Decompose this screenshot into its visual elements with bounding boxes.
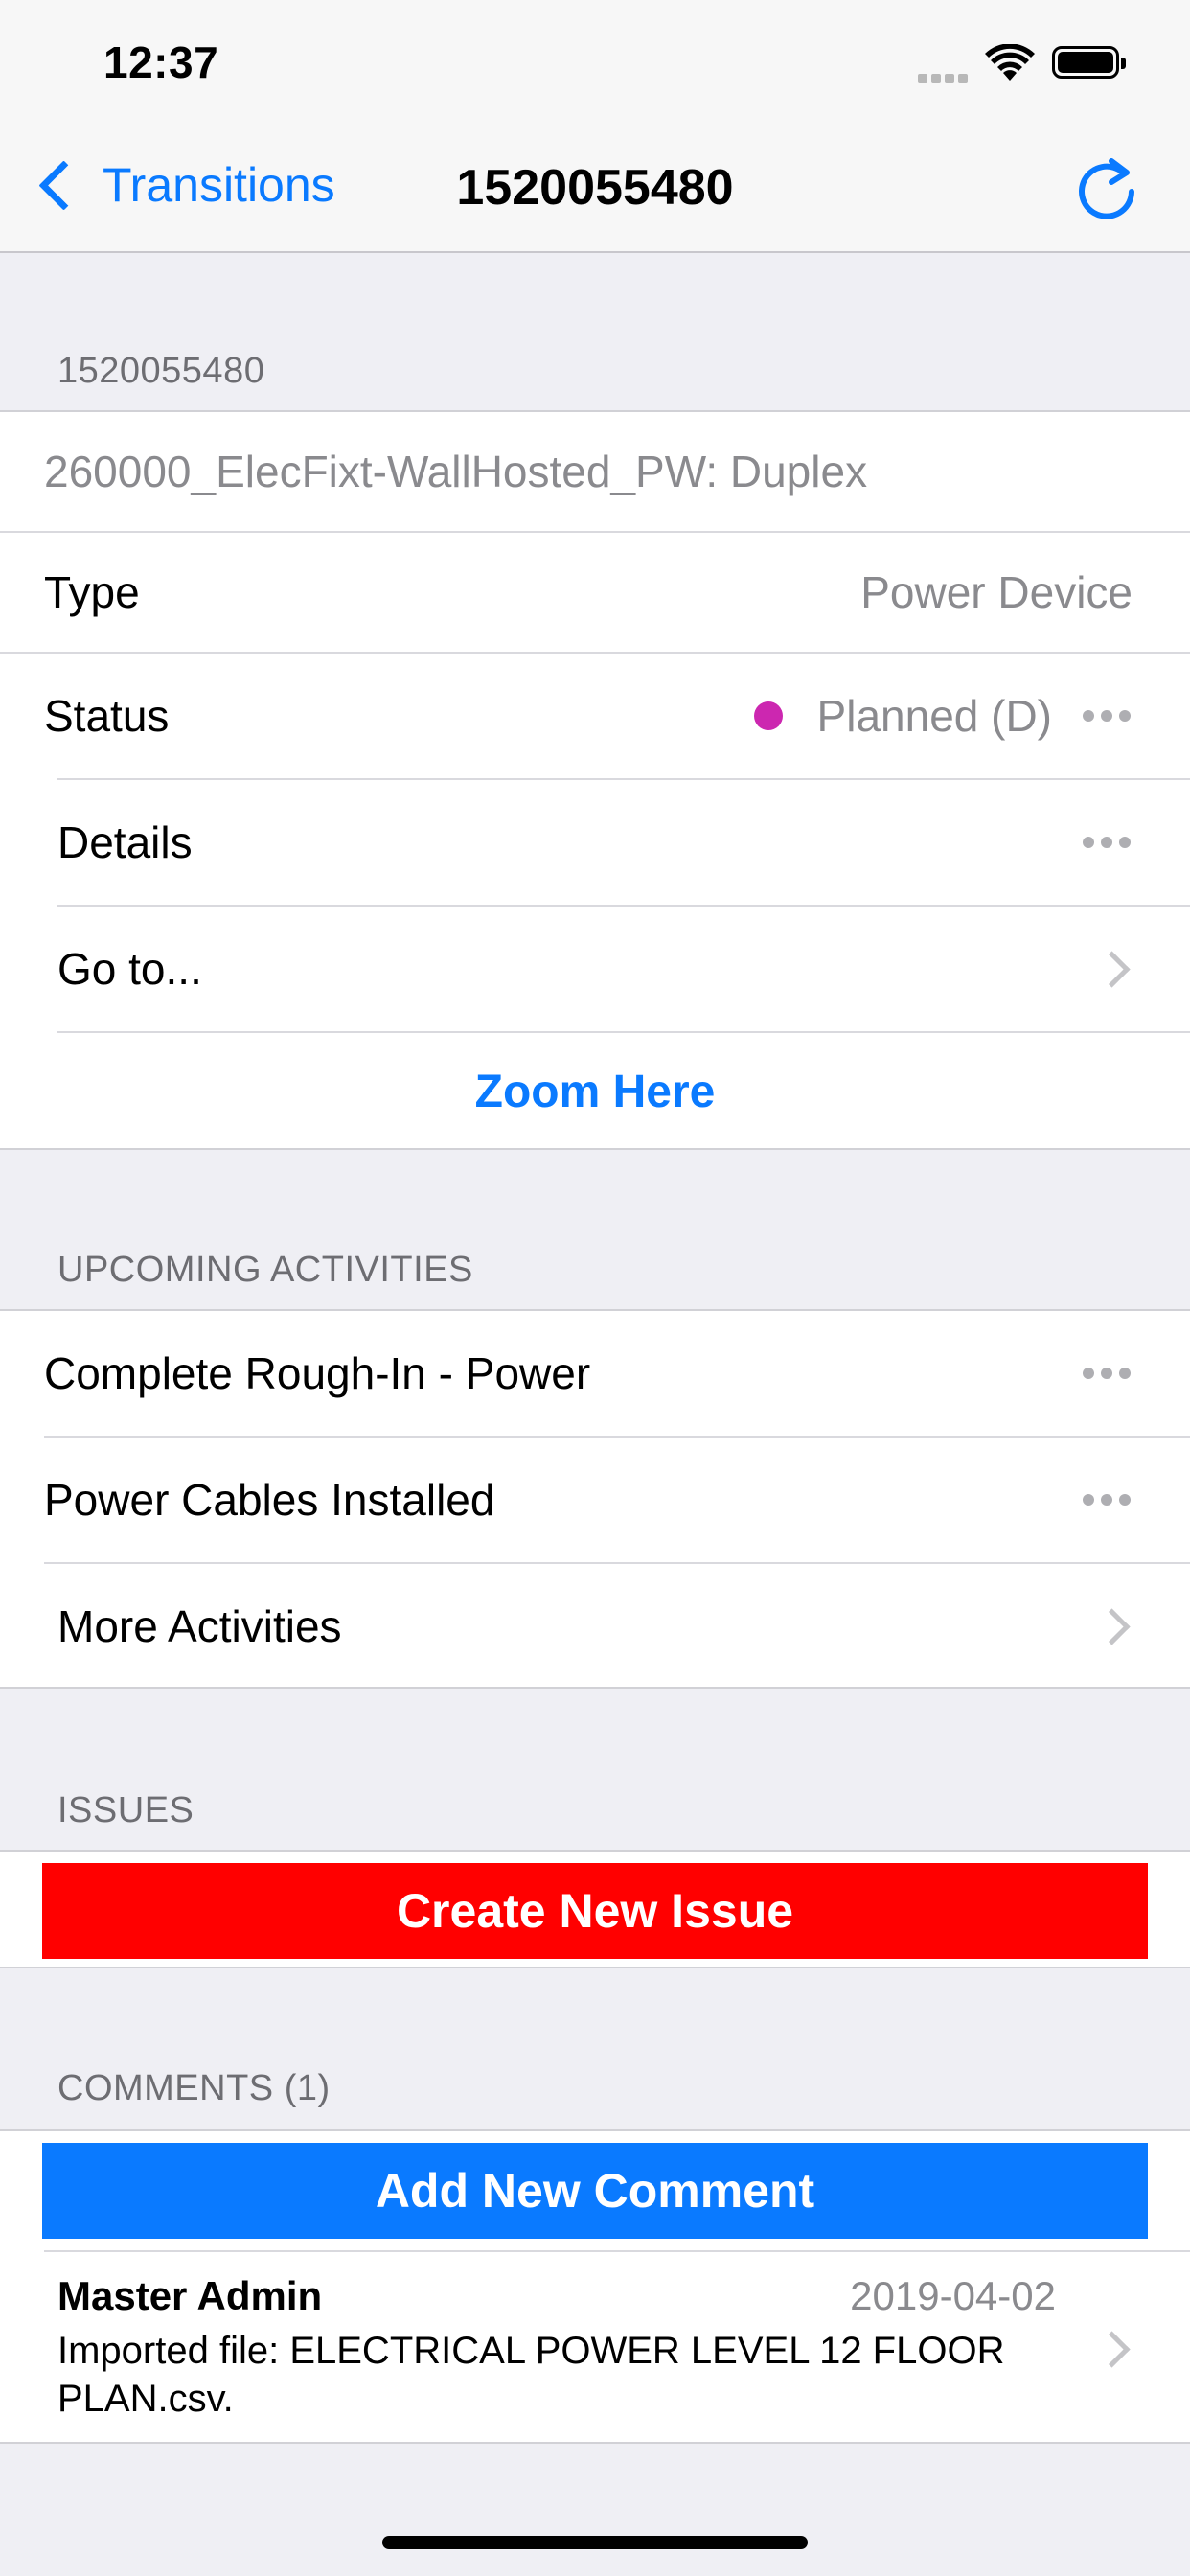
battery-icon — [1052, 46, 1126, 79]
refresh-icon[interactable] — [1071, 153, 1142, 229]
type-label: Type — [44, 567, 140, 617]
more-activities-label: More Activities — [57, 1601, 342, 1651]
goto-label: Go to... — [57, 944, 202, 994]
issues-section-header: ISSUES — [57, 1790, 195, 1830]
comment-text: Imported file: ELECTRICAL POWER LEVEL 12… — [57, 2330, 1005, 2420]
more-options-icon[interactable] — [1083, 1494, 1131, 1506]
zoom-here-row[interactable]: Zoom Here — [0, 1033, 1190, 1150]
activity-row[interactable]: Power Cables Installed — [0, 1438, 1190, 1562]
comments-section-header: COMMENTS (1) — [57, 2068, 331, 2108]
type-row: Type Power Device — [0, 533, 1190, 652]
more-activities-row[interactable]: More Activities — [0, 1564, 1190, 1689]
cellular-signal-icon — [918, 71, 973, 83]
wifi-icon — [985, 43, 1035, 87]
details-label: Details — [57, 817, 193, 867]
chevron-right-icon — [1093, 951, 1131, 988]
activity-label: Power Cables Installed — [44, 1475, 495, 1525]
create-issue-button[interactable]: Create New Issue — [42, 1863, 1148, 1959]
page-title: 1520055480 — [456, 160, 734, 216]
chevron-right-icon — [1093, 2331, 1131, 2368]
comments-group: Add New Comment Master Admin 2019-04-02 … — [0, 2129, 1190, 2444]
more-options-icon[interactable] — [1083, 710, 1131, 722]
comment-author: Master Admin — [57, 2273, 323, 2318]
element-group: 260000_ElecFixt-WallHosted_PW: Duplex Ty… — [0, 410, 1190, 1150]
details-row[interactable]: Details — [0, 780, 1190, 905]
add-comment-button[interactable]: Add New Comment — [42, 2143, 1148, 2239]
goto-row[interactable]: Go to... — [0, 907, 1190, 1031]
home-indicator — [382, 2536, 808, 2549]
comment-item[interactable]: Master Admin 2019-04-02 Imported file: E… — [0, 2252, 1190, 2444]
status-label: Status — [44, 691, 170, 741]
activities-group: Complete Rough-In - Power Power Cables I… — [0, 1309, 1190, 1689]
navigation-bar: Transitions 1520055480 — [0, 126, 1190, 253]
more-options-icon[interactable] — [1083, 837, 1131, 848]
activity-row[interactable]: Complete Rough-In - Power — [0, 1311, 1190, 1436]
status-color-dot — [754, 702, 783, 730]
more-options-icon[interactable] — [1083, 1368, 1131, 1379]
comment-date: 2019-04-02 — [850, 2273, 1056, 2318]
activities-section-header: UPCOMING ACTIVITIES — [57, 1250, 473, 1290]
issues-group: Create New Issue — [0, 1850, 1190, 1968]
element-name-row: 260000_ElecFixt-WallHosted_PW: Duplex — [0, 412, 1190, 531]
status-time: 12:37 — [103, 37, 219, 87]
chevron-right-icon — [1093, 1608, 1131, 1645]
type-value: Power Device — [860, 567, 1133, 617]
element-name: 260000_ElecFixt-WallHosted_PW: Duplex — [44, 447, 868, 496]
status-bar: 12:37 — [0, 0, 1190, 126]
status-value: Planned (D) — [816, 691, 1052, 741]
status-row[interactable]: Status Planned (D) — [0, 654, 1190, 778]
zoom-here-button[interactable]: Zoom Here — [0, 1066, 1190, 1118]
activity-label: Complete Rough-In - Power — [44, 1348, 591, 1398]
element-section-header: 1520055480 — [57, 351, 265, 391]
